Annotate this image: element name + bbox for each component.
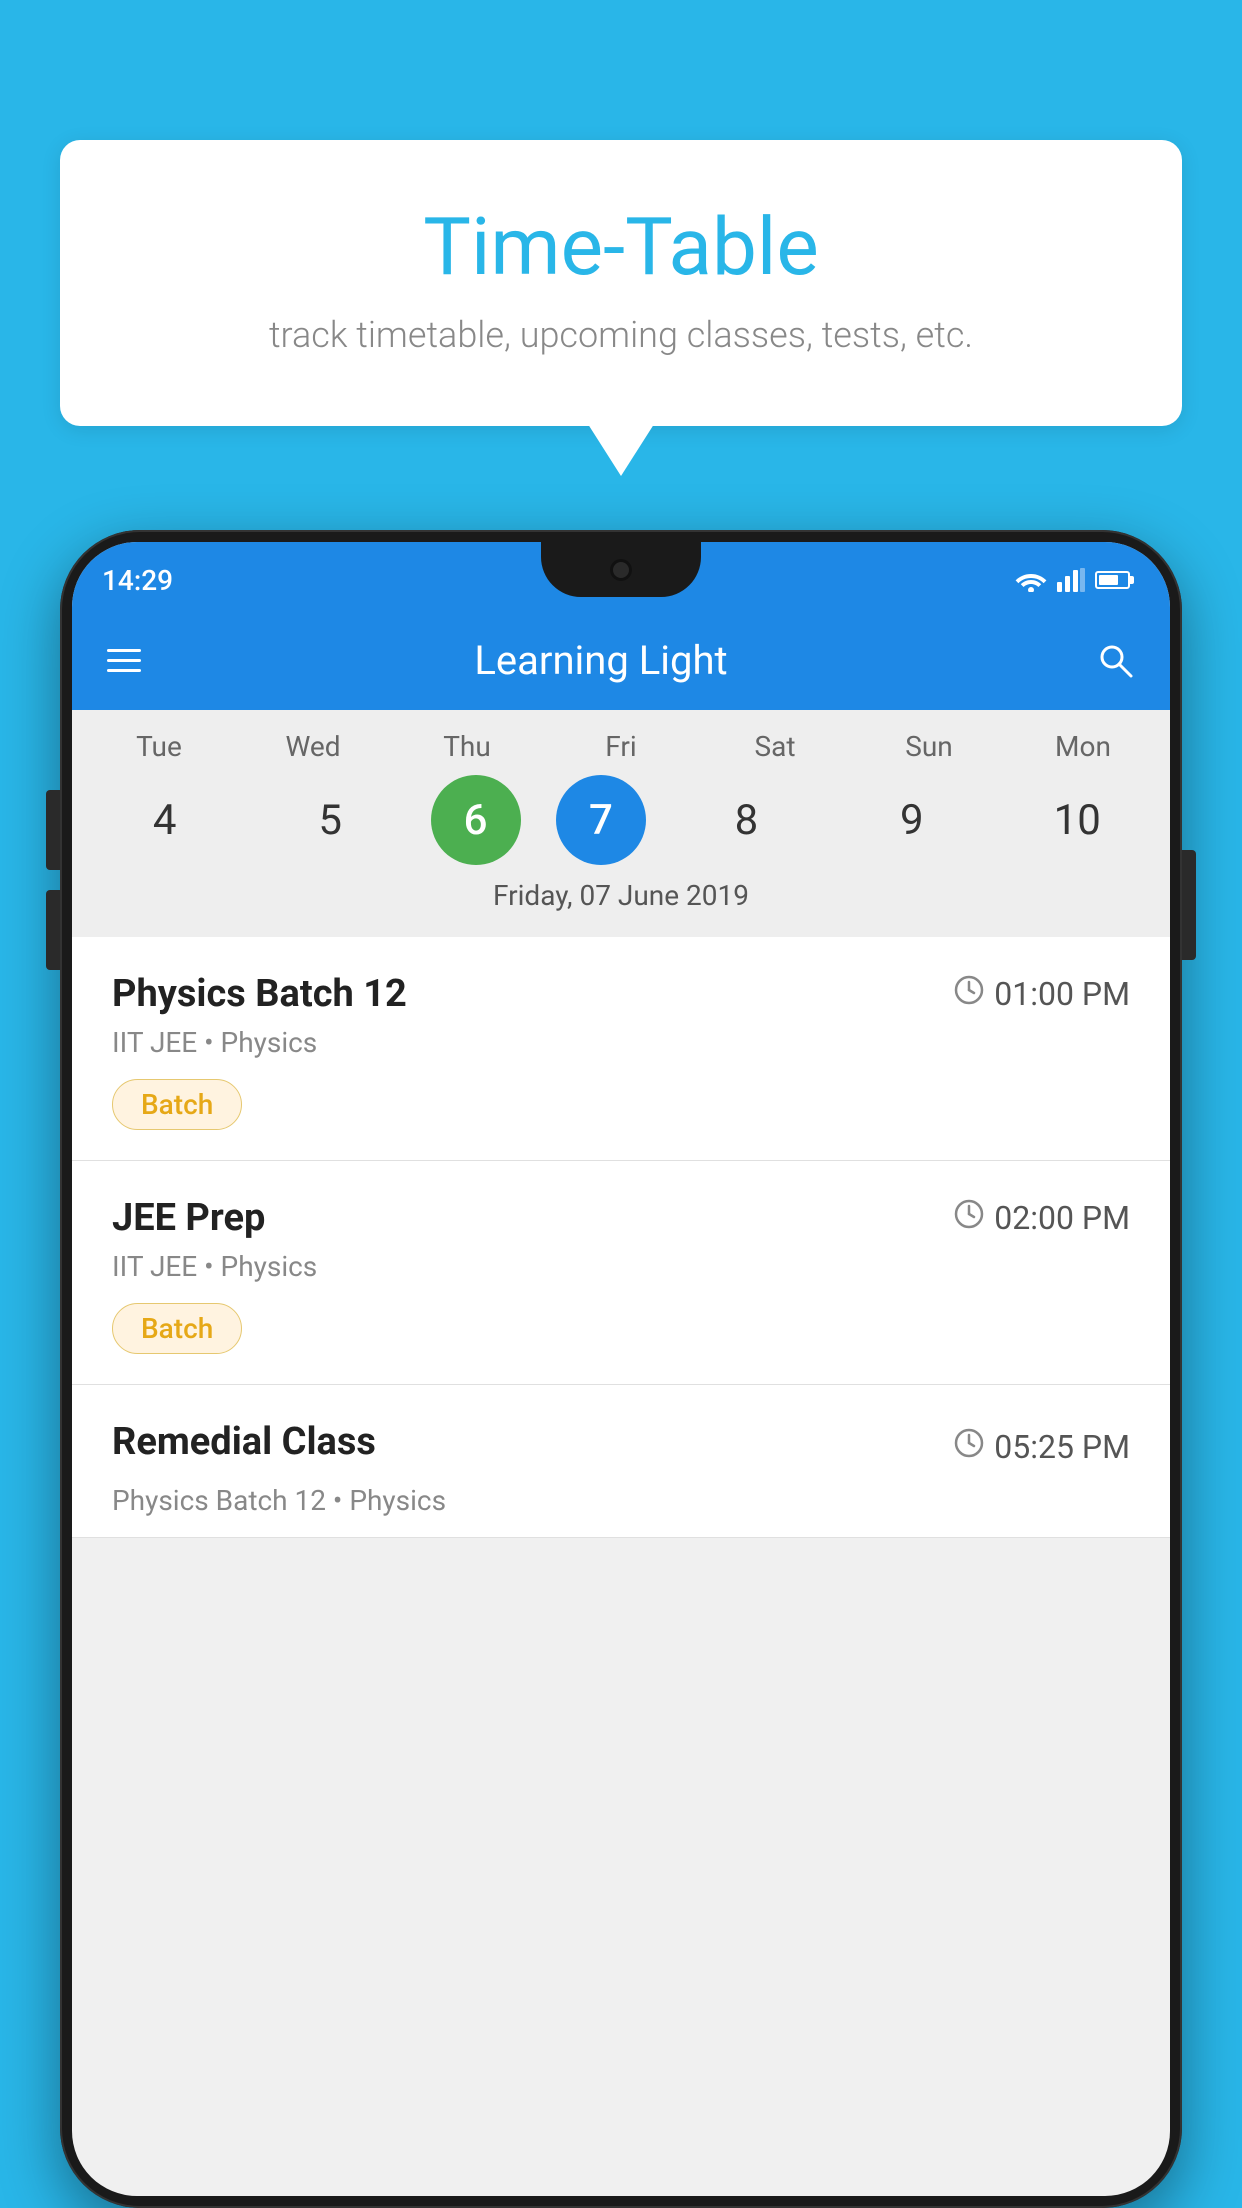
schedule-item-2[interactable]: JEE Prep 02:00 PM [72, 1161, 1170, 1385]
day-thu: Thu [402, 730, 532, 763]
schedule-item-3-header: Remedial Class 05:25 PM [112, 1420, 1130, 1474]
status-icons [1015, 568, 1130, 592]
schedule-title-2: JEE Prep [112, 1196, 265, 1240]
app-bar: Learning Light [72, 610, 1170, 710]
schedule-title-1: Physics Batch 12 [112, 972, 407, 1016]
schedule-subtitle-2: IIT JEE • Physics [112, 1250, 1130, 1283]
date-5[interactable]: 5 [265, 775, 395, 865]
app-title: Learning Light [171, 637, 1031, 684]
date-7-selected[interactable]: 7 [556, 775, 646, 865]
hamburger-menu-button[interactable] [107, 649, 141, 672]
clock-svg-2 [954, 1199, 984, 1229]
schedule-time-text-1: 01:00 PM [994, 975, 1130, 1013]
battery-icon [1095, 571, 1130, 589]
clock-svg-1 [954, 975, 984, 1005]
date-6-today[interactable]: 6 [431, 775, 521, 865]
batch-badge-1: Batch [112, 1079, 242, 1130]
phone-frame: 14:29 [60, 530, 1182, 2208]
date-4[interactable]: 4 [100, 775, 230, 865]
schedule-time-text-2: 02:00 PM [994, 1199, 1130, 1237]
schedule-item-1-header: Physics Batch 12 01:00 PM [112, 972, 1130, 1016]
phone-notch [541, 542, 701, 597]
schedule-subtitle-3: Physics Batch 12 • Physics [112, 1484, 1130, 1517]
days-row: Tue Wed Thu Fri Sat Sun Mon [82, 730, 1160, 763]
date-10[interactable]: 10 [1012, 775, 1142, 865]
signal-icon [1057, 568, 1085, 592]
schedule-item-2-header: JEE Prep 02:00 PM [112, 1196, 1130, 1240]
schedule-item-3[interactable]: Remedial Class 05:25 PM [72, 1385, 1170, 1538]
schedule-time-text-3: 05:25 PM [994, 1428, 1130, 1466]
clock-icon-1 [954, 975, 984, 1013]
schedule-item-1[interactable]: Physics Batch 12 01:00 PM [72, 937, 1170, 1161]
schedule-subtitle-1: IIT JEE • Physics [112, 1026, 1130, 1059]
bubble-subtitle: track timetable, upcoming classes, tests… [140, 314, 1102, 356]
schedule-time-3: 05:25 PM [954, 1428, 1130, 1466]
batch-badge-2: Batch [112, 1303, 242, 1354]
dates-row: 4 5 6 7 8 9 10 [82, 775, 1160, 865]
day-tue: Tue [94, 730, 224, 763]
date-8[interactable]: 8 [681, 775, 811, 865]
speech-bubble-container: Time-Table track timetable, upcoming cla… [60, 140, 1182, 426]
day-sat: Sat [710, 730, 840, 763]
bubble-title: Time-Table [140, 200, 1102, 294]
day-wed: Wed [248, 730, 378, 763]
date-9[interactable]: 9 [847, 775, 977, 865]
schedule-title-3: Remedial Class [112, 1420, 376, 1464]
clock-svg-3 [954, 1428, 984, 1458]
search-icon [1095, 640, 1135, 680]
day-mon: Mon [1018, 730, 1148, 763]
speech-bubble: Time-Table track timetable, upcoming cla… [60, 140, 1182, 426]
schedule-list: Physics Batch 12 01:00 PM [72, 937, 1170, 1538]
phone-screen: 14:29 [72, 542, 1170, 2196]
clock-icon-3 [954, 1428, 984, 1466]
calendar-strip: Tue Wed Thu Fri Sat Sun Mon 4 5 6 7 8 9 … [72, 710, 1170, 937]
wifi-icon [1015, 568, 1047, 592]
status-time: 14:29 [102, 564, 173, 597]
day-fri: Fri [556, 730, 686, 763]
phone-outer: 14:29 [60, 530, 1182, 2208]
day-sun: Sun [864, 730, 994, 763]
schedule-time-1: 01:00 PM [954, 975, 1130, 1013]
search-button[interactable] [1095, 640, 1135, 680]
schedule-time-2: 02:00 PM [954, 1199, 1130, 1237]
front-camera [610, 559, 632, 581]
selected-date-label: Friday, 07 June 2019 [82, 879, 1160, 927]
clock-icon-2 [954, 1199, 984, 1237]
